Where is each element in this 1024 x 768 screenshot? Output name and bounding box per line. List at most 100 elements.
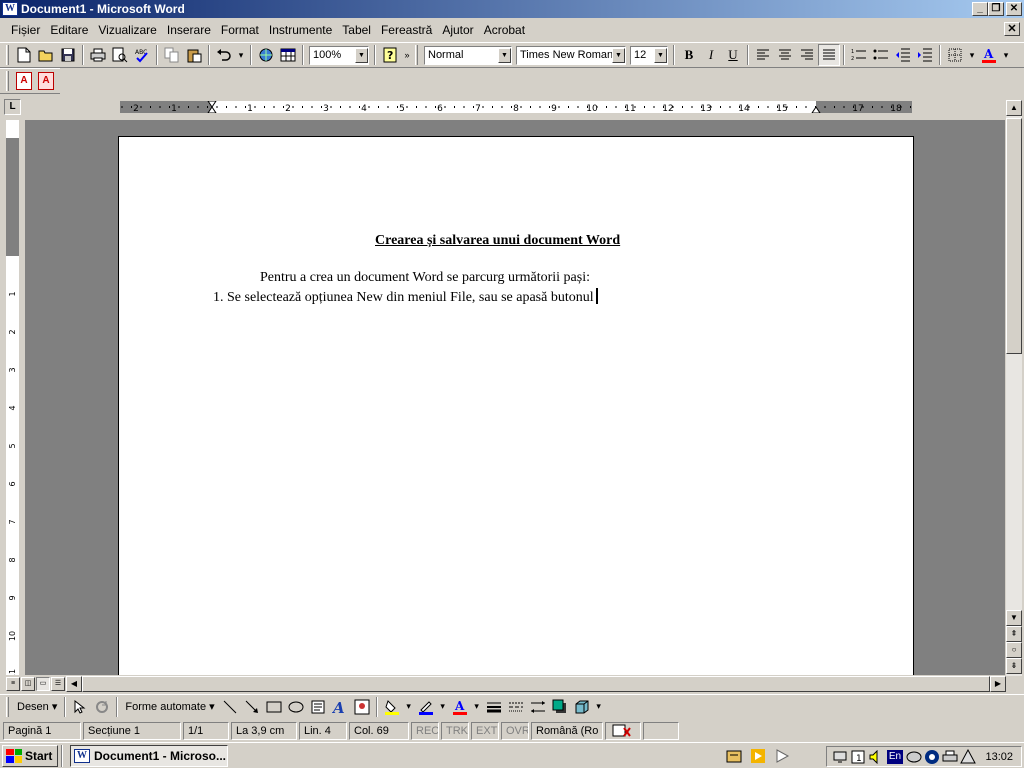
autoshapes-menu-button[interactable]: Forme automate ▾ [121, 697, 218, 717]
chevron-down-icon[interactable]: ▼ [355, 47, 368, 63]
document-paragraph[interactable]: Pentru a crea un document Word se parcur… [260, 270, 590, 286]
chevron-down-icon[interactable]: ▼ [498, 47, 511, 63]
toolbar-grip[interactable] [6, 45, 9, 65]
new-document-icon[interactable] [13, 44, 35, 66]
help-icon[interactable]: ? [379, 44, 401, 66]
borders-icon[interactable] [944, 44, 966, 66]
toolbar-grip[interactable] [6, 71, 9, 91]
document-page[interactable]: Crearea și salvarea unui document Word P… [118, 136, 914, 675]
outline-view-button[interactable]: ☰ [51, 677, 65, 691]
status-ext[interactable]: EXT [471, 722, 499, 740]
start-button[interactable]: Start [2, 744, 58, 767]
toolbar-options-icon[interactable]: ▾ [593, 696, 605, 718]
draw-menu-button[interactable]: Desen ▾ [13, 697, 61, 717]
document-list-item[interactable]: 1. Se selectează opțiunea New din meniul… [213, 288, 598, 306]
volume-icon[interactable] [867, 749, 885, 765]
fill-color-icon[interactable] [381, 697, 403, 717]
zoom-select[interactable]: 100% ▼ [309, 45, 369, 65]
toolbar-grip[interactable] [415, 45, 418, 65]
menu-view[interactable]: Vizualizare [93, 21, 161, 39]
menu-insert[interactable]: Inserare [162, 21, 216, 39]
shadow-icon[interactable] [549, 697, 571, 717]
copy-icon[interactable] [161, 44, 183, 66]
minimize-button[interactable]: _ [972, 2, 988, 16]
3d-icon[interactable] [571, 697, 593, 717]
toolbar-grip[interactable] [6, 696, 9, 717]
menu-edit[interactable]: Editare [45, 21, 93, 39]
line-icon[interactable] [219, 697, 241, 717]
menu-table[interactable]: Tabel [337, 21, 376, 39]
increase-indent-icon[interactable] [914, 44, 936, 66]
font-size-select[interactable]: 12 ▼ [630, 45, 668, 65]
paste-icon[interactable] [183, 44, 205, 66]
oval-icon[interactable] [285, 697, 307, 717]
language-indicator[interactable]: En [887, 749, 903, 764]
word-app-icon[interactable]: W [2, 2, 18, 16]
show-desktop-icon[interactable] [724, 747, 744, 765]
free-rotate-icon[interactable] [91, 697, 113, 717]
draw-font-color-icon[interactable]: A [449, 697, 471, 717]
menu-format[interactable]: Format [216, 21, 264, 39]
status-language[interactable]: Română (Ro [531, 722, 603, 740]
next-page-button[interactable]: ⇟ [1006, 658, 1022, 674]
scroll-up-button[interactable]: ▲ [1006, 100, 1022, 116]
chevron-down-icon[interactable]: ▼ [612, 47, 625, 63]
arrow-icon[interactable] [241, 697, 263, 717]
taskbar-word-document[interactable]: W Document1 - Microso... [70, 744, 228, 767]
menu-file[interactable]: Fișier [6, 21, 45, 39]
previous-page-button[interactable]: ⇞ [1006, 626, 1022, 642]
play-icon[interactable] [772, 747, 792, 765]
right-indent-marker[interactable] [811, 106, 821, 113]
status-trk[interactable]: TRK [441, 722, 469, 740]
undo-dropdown-icon[interactable]: ▾ [235, 44, 247, 66]
vertical-ruler[interactable]: 211234567891011 [6, 120, 19, 679]
draw-font-color-dropdown-icon[interactable]: ▾ [471, 696, 483, 718]
align-right-icon[interactable] [796, 44, 818, 66]
text-box-icon[interactable] [307, 697, 329, 717]
spelling-status-icon[interactable] [605, 722, 641, 740]
network-icon[interactable] [831, 749, 849, 765]
status-ovr[interactable]: OVR [501, 722, 529, 740]
convert-to-pdf-icon[interactable]: A [13, 70, 35, 92]
justify-icon[interactable] [818, 44, 840, 66]
menu-acrobat[interactable]: Acrobat [479, 21, 530, 39]
decrease-indent-icon[interactable] [892, 44, 914, 66]
clock[interactable]: 13:02 [985, 751, 1021, 763]
security-icon[interactable] [923, 749, 941, 765]
scroll-thumb[interactable] [82, 676, 990, 692]
font-color-icon[interactable]: A [978, 44, 1000, 66]
dash-style-icon[interactable] [505, 697, 527, 717]
chevron-down-icon[interactable]: ▼ [654, 47, 667, 63]
line-color-dropdown-icon[interactable]: ▾ [437, 696, 449, 718]
close-button[interactable]: ✕ [1006, 2, 1022, 16]
convert-and-email-pdf-icon[interactable]: A [35, 70, 57, 92]
font-select[interactable]: Times New Roman ▼ [516, 45, 626, 65]
hanging-indent-marker[interactable] [207, 106, 217, 113]
printer-tray-icon[interactable] [941, 749, 959, 765]
undo-icon[interactable] [213, 44, 235, 66]
media-player-icon[interactable] [748, 747, 768, 765]
print-layout-button[interactable]: ▭ [36, 677, 50, 691]
horizontal-scrollbar[interactable]: ◀ ▶ [66, 676, 1006, 692]
underline-button[interactable]: U [722, 44, 744, 66]
select-objects-icon[interactable] [69, 697, 91, 717]
close-document-button[interactable]: ✕ [1004, 22, 1020, 36]
wordart-icon[interactable]: A [329, 697, 351, 717]
menu-window[interactable]: Fereastră [376, 21, 437, 39]
menu-help[interactable]: Ajutor [437, 21, 478, 39]
print-icon[interactable] [87, 44, 109, 66]
font-color-dropdown-icon[interactable]: ▾ [1000, 44, 1012, 66]
menu-tools[interactable]: Instrumente [264, 21, 337, 39]
align-center-icon[interactable] [774, 44, 796, 66]
document-heading[interactable]: Crearea și salvarea unui document Word [375, 233, 620, 249]
title-bar[interactable]: W Document1 - Microsoft Word _ ❐ ✕ [0, 0, 1024, 18]
scroll-thumb[interactable] [1006, 118, 1022, 354]
scroll-left-button[interactable]: ◀ [66, 676, 82, 692]
select-browse-object-button[interactable]: ○ [1006, 642, 1022, 658]
document-workspace[interactable]: Crearea și salvarea unui document Word P… [25, 120, 1005, 675]
toolbar-options-icon[interactable]: » [401, 44, 413, 66]
fill-color-dropdown-icon[interactable]: ▾ [403, 696, 415, 718]
rectangle-icon[interactable] [263, 697, 285, 717]
status-rec[interactable]: REC [411, 722, 439, 740]
vertical-scrollbar[interactable]: ▲ ▼ ⇞ ○ ⇟ [1006, 100, 1022, 676]
